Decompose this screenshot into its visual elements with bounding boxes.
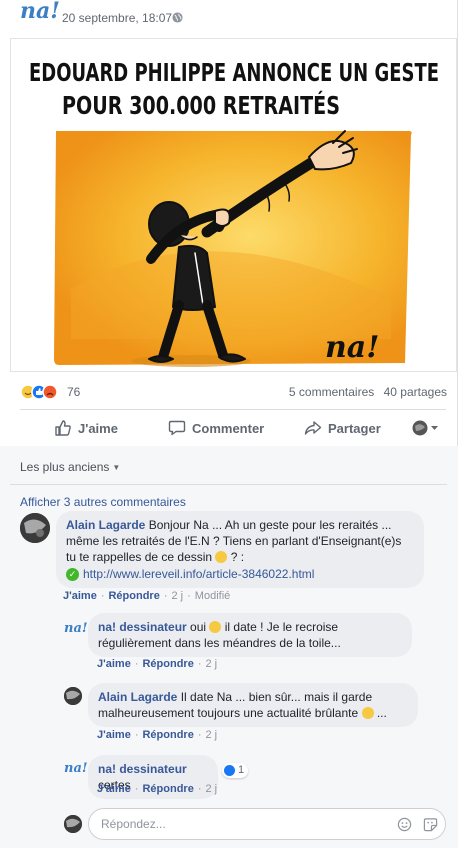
comment-meta: J'aime · Répondre · 2 j	[97, 729, 218, 741]
avatar[interactable]: na!	[64, 619, 88, 639]
thumbs-up-icon	[224, 765, 235, 776]
cartoon-image[interactable]: EDOUARD PHILIPPE ANNONCE UN GESTE POUR 3…	[10, 38, 457, 372]
emoji-picker-icon[interactable]	[397, 817, 412, 832]
na-logo-text: na!	[64, 621, 88, 636]
facebook-post: na! 20 septembre, 18:07 EDOUARD PHILIPPE…	[0, 0, 458, 848]
post-header: na! 20 septembre, 18:07	[0, 0, 458, 38]
comment-bubble: Alain Lagarde Bonjour Na ... Ah un geste…	[56, 511, 424, 588]
share-label: Partager	[328, 420, 381, 436]
comment-reply-link[interactable]: Répondre	[142, 729, 193, 741]
check-icon: ✓	[66, 567, 79, 581]
comment-reply-link[interactable]: Répondre	[142, 783, 193, 795]
comment-like-link[interactable]: J'aime	[97, 729, 131, 741]
smiley-emoji-icon	[209, 621, 222, 633]
comment-reply-link[interactable]: Répondre	[108, 590, 159, 602]
na-logo-text: na!	[64, 761, 88, 776]
comment-like-link[interactable]: J'aime	[97, 658, 131, 670]
comment-label: Commenter	[192, 420, 265, 436]
comment-author[interactable]: Alain Lagarde	[66, 518, 145, 532]
comment-author[interactable]: na! dessinateur	[98, 762, 187, 776]
thumbs-up-icon	[55, 420, 71, 436]
globe-icon[interactable]	[172, 12, 183, 23]
caret-down-icon: ▼	[112, 463, 121, 472]
smiley-emoji-icon	[361, 707, 374, 719]
comment-link[interactable]: http://www.lereveil.info/article-3846022…	[83, 566, 314, 582]
comment-time[interactable]: 2 j	[206, 658, 218, 670]
sort-label: Les plus anciens	[20, 460, 110, 474]
reaction-icons[interactable]	[20, 384, 70, 400]
comment-time[interactable]: 2 j	[172, 590, 184, 602]
cartoon-headline-line2: POUR 300.000 RETRAITÉS	[62, 91, 340, 120]
like-label: J'aime	[78, 420, 118, 436]
comment-text: oui	[186, 620, 210, 634]
divider	[10, 484, 447, 485]
comment-text-end: ? :	[227, 550, 245, 564]
comment-bubble: Alain Lagarde Il date Na ... bien sûr...…	[88, 683, 418, 727]
share-stats: 5 commentaires 40 partages	[283, 385, 447, 399]
reply-input[interactable]	[101, 816, 381, 832]
post-actions: J'aime Commenter Partager	[10, 410, 447, 446]
share-arrow-icon	[304, 421, 322, 435]
comment-like-link[interactable]: J'aime	[63, 590, 97, 602]
viewer-avatar[interactable]	[64, 815, 82, 833]
comment-link-row: ✓ http://www.lereveil.info/article-38460…	[66, 566, 414, 582]
share-button[interactable]: Partager	[304, 419, 381, 437]
comment-sort-dropdown[interactable]: Les plus anciens ▼	[20, 460, 120, 474]
like-button[interactable]: J'aime	[54, 419, 118, 437]
comment-time[interactable]: 2 j	[206, 783, 218, 795]
sticker-icon[interactable]	[423, 817, 438, 832]
reaction-count[interactable]: 76	[67, 385, 80, 399]
comment-like-count: 1	[238, 764, 245, 776]
avatar[interactable]	[64, 687, 82, 705]
comment-meta: J'aime · Répondre · 2 j	[97, 783, 218, 795]
comment-bubble-icon	[168, 420, 186, 436]
comment-author[interactable]: Alain Lagarde	[98, 690, 177, 704]
comment-author[interactable]: na! dessinateur	[98, 620, 187, 634]
page-avatar-logo[interactable]: na!	[20, 0, 60, 26]
cartoon-headline-line1: EDOUARD PHILIPPE ANNONCE UN GESTE	[29, 58, 439, 87]
comments-section: Les plus anciens ▼ Afficher 3 autres comm…	[0, 446, 458, 848]
cartoon-signature: na!	[325, 330, 379, 365]
post-timestamp[interactable]: 20 septembre, 18:07	[62, 11, 172, 25]
comment-text-end: ...	[373, 706, 387, 720]
avatar[interactable]: na!	[64, 759, 88, 779]
comment-bubble: na! dessinateur oui il date ! Je le recr…	[88, 613, 412, 657]
comment-like-count-badge[interactable]: 1	[222, 763, 248, 778]
comment-button[interactable]: Commenter	[168, 419, 264, 437]
comment-meta: J'aime · Répondre · 2 j	[97, 658, 218, 670]
comment-meta: J'aime · Répondre · 2 j · Modifié	[63, 590, 231, 602]
comments-count-link[interactable]: 5 commentaires	[289, 385, 374, 399]
chevron-down-icon	[431, 426, 438, 430]
shares-count-link[interactable]: 40 partages	[384, 385, 447, 399]
reply-box	[88, 808, 446, 840]
viewer-avatar	[412, 420, 438, 436]
smiley-emoji-icon	[215, 551, 228, 563]
comment-edited[interactable]: Modifié	[195, 590, 230, 602]
show-more-comments-link[interactable]: Afficher 3 autres commentaires	[20, 495, 186, 509]
comment-time[interactable]: 2 j	[206, 729, 218, 741]
avatar[interactable]	[20, 513, 50, 543]
comment-like-link[interactable]: J'aime	[97, 783, 131, 795]
post-stats: 76 5 commentaires 40 partages	[10, 376, 447, 406]
comment-reply-link[interactable]: Répondre	[142, 658, 193, 670]
viewer-avatar-selector[interactable]	[412, 419, 446, 437]
